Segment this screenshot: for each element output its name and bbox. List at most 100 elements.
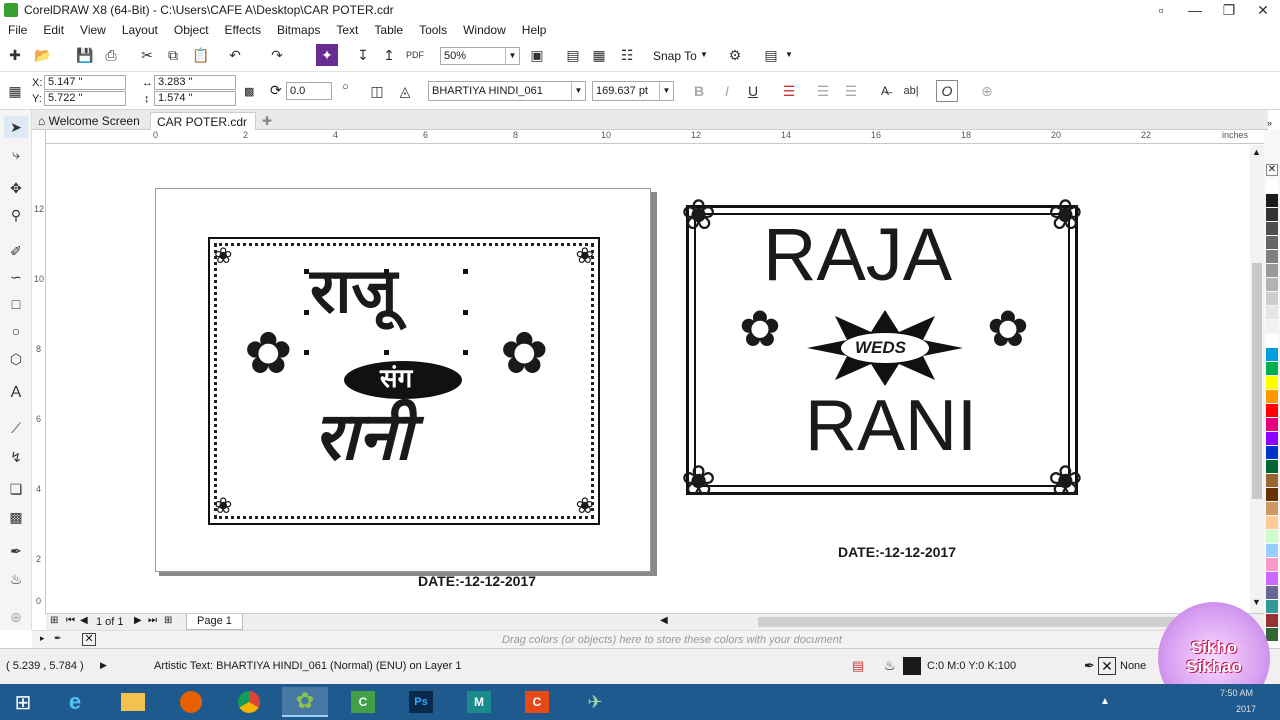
selection-handle[interactable]: [304, 350, 309, 355]
color-swatch[interactable]: [1266, 278, 1278, 291]
color-swatch[interactable]: [1266, 390, 1278, 403]
show-hidden-icons[interactable]: ▲: [1100, 696, 1110, 707]
scroll-down-icon[interactable]: ▼: [1252, 597, 1261, 607]
opentype-icon[interactable]: O: [936, 80, 958, 102]
menu-layout[interactable]: Layout: [114, 23, 166, 37]
freehand-tool-icon[interactable]: ✐: [4, 240, 28, 262]
hindi-badge-text[interactable]: संग: [380, 365, 412, 391]
color-swatch[interactable]: [1266, 446, 1278, 459]
last-page-icon[interactable]: ⏭: [148, 615, 157, 626]
scroll-left-icon[interactable]: ◀: [660, 615, 668, 626]
chevron-down-icon[interactable]: ▼: [700, 50, 708, 59]
color-swatch[interactable]: [1266, 600, 1278, 613]
tab-welcome-screen[interactable]: ⌂ Welcome Screen: [32, 112, 150, 130]
chevron-down-icon[interactable]: ▼: [505, 48, 519, 64]
menu-view[interactable]: View: [72, 23, 114, 37]
color-swatch[interactable]: [1266, 460, 1278, 473]
no-outline-icon[interactable]: ✕: [1098, 657, 1116, 675]
publish-pdf-icon[interactable]: PDF: [404, 44, 426, 66]
redo-icon[interactable]: ↷: [266, 44, 288, 66]
font-size-combo[interactable]: 169.637 pt ▼: [592, 81, 674, 101]
chrome-icon[interactable]: [226, 687, 272, 717]
add-page-after-icon[interactable]: ⊞: [164, 615, 172, 626]
menu-table[interactable]: Table: [366, 23, 411, 37]
outline-pen-icon[interactable]: ✒: [1084, 658, 1095, 674]
fill-color-swatch[interactable]: [903, 657, 921, 675]
zoom-level-combo[interactable]: 50% ▼: [440, 47, 520, 65]
chevron-right-icon[interactable]: ▶: [100, 660, 107, 671]
selection-handle[interactable]: [384, 350, 389, 355]
zoom-to-page-icon[interactable]: ▣: [526, 44, 548, 66]
color-swatch[interactable]: [1266, 348, 1278, 361]
show-guidelines-icon[interactable]: ☷: [616, 44, 638, 66]
italic-icon[interactable]: I: [716, 80, 738, 102]
chevron-down-icon[interactable]: ▼: [785, 50, 793, 59]
color-swatch[interactable]: [1266, 628, 1278, 641]
add-toolbar-icon[interactable]: ⊕: [976, 80, 998, 102]
rotation-angle-field[interactable]: 0.0: [286, 82, 332, 100]
color-swatch[interactable]: [1266, 558, 1278, 571]
ellipse-tool-icon[interactable]: ○: [4, 320, 28, 342]
menu-bitmaps[interactable]: Bitmaps: [269, 23, 328, 37]
file-explorer-icon[interactable]: [110, 687, 156, 717]
color-swatch[interactable]: [1266, 404, 1278, 417]
print-icon[interactable]: ⎙: [100, 44, 122, 66]
color-swatch[interactable]: [1266, 614, 1278, 627]
rectangle-tool-icon[interactable]: □: [4, 293, 28, 315]
menu-text[interactable]: Text: [328, 23, 366, 37]
interactive-fill-icon[interactable]: ♨: [4, 568, 28, 590]
tab-document[interactable]: CAR POTER.cdr: [150, 112, 256, 130]
color-swatch[interactable]: [1266, 376, 1278, 389]
menu-tools[interactable]: Tools: [411, 23, 455, 37]
selection-handle[interactable]: [463, 310, 468, 315]
bold-icon[interactable]: B: [688, 80, 710, 102]
firefox-icon[interactable]: [168, 687, 214, 717]
next-page-icon[interactable]: ▶: [134, 615, 142, 626]
menu-file[interactable]: File: [0, 23, 35, 37]
crop-tool-icon[interactable]: ✥: [4, 177, 28, 199]
horizontal-ruler[interactable]: 0 2 4 6 8 10 12 14 16 18 20 22 inches: [46, 130, 1268, 144]
color-swatch[interactable]: [1266, 194, 1278, 207]
zoom-tool-icon[interactable]: ⚲: [4, 204, 28, 226]
width-field[interactable]: 3.283 ": [154, 75, 236, 90]
vertical-ruler[interactable]: 12 10 8 6 4 2 0: [32, 130, 46, 614]
color-swatch[interactable]: [1266, 208, 1278, 221]
pick-tool-icon[interactable]: ➤: [4, 116, 28, 138]
open-folder-icon[interactable]: 📂: [32, 44, 54, 66]
shape-tool-icon[interactable]: ⤷: [4, 143, 28, 165]
drop-shadow-icon[interactable]: ❏: [4, 478, 28, 500]
eyedropper-icon[interactable]: ✒: [4, 540, 28, 562]
connector-tool-icon[interactable]: ↯: [4, 446, 28, 468]
gear-icon[interactable]: ⚙: [724, 44, 746, 66]
color-swatch[interactable]: [1266, 180, 1278, 193]
object-origin-icon[interactable]: ▦: [4, 80, 26, 102]
horizontal-scrollbar-thumb[interactable]: [758, 617, 1218, 627]
artistic-media-icon[interactable]: ∽: [4, 266, 28, 288]
add-tool-icon[interactable]: ⊕: [4, 606, 28, 628]
palette-expand-icon[interactable]: »: [1267, 118, 1272, 128]
selection-handle[interactable]: [463, 269, 468, 274]
color-swatch[interactable]: [1266, 222, 1278, 235]
undo-icon[interactable]: ↶: [224, 44, 246, 66]
color-swatch[interactable]: [1266, 418, 1278, 431]
english-name-2[interactable]: RANI: [805, 390, 977, 462]
help-window-icon[interactable]: ▫: [1144, 0, 1178, 20]
application-launcher-icon[interactable]: ▤: [760, 44, 782, 66]
fill-bucket-icon[interactable]: ♨: [884, 658, 896, 674]
no-color-swatch-icon[interactable]: ✕: [1266, 164, 1278, 176]
selection-handle[interactable]: [384, 269, 389, 274]
first-page-icon[interactable]: ⏮: [66, 615, 75, 626]
color-swatch[interactable]: [1266, 544, 1278, 557]
color-swatch[interactable]: [1266, 586, 1278, 599]
lock-ratio-icon[interactable]: ▩: [244, 85, 254, 98]
color-swatch[interactable]: [1266, 306, 1278, 319]
text-alignment-icon[interactable]: ☰: [778, 80, 800, 102]
mirror-horizontal-icon[interactable]: ◫: [366, 80, 388, 102]
color-swatch[interactable]: [1266, 362, 1278, 375]
mirror-vertical-icon[interactable]: ◬: [394, 80, 416, 102]
maya-icon[interactable]: M: [456, 687, 502, 717]
color-swatch[interactable]: [1266, 334, 1278, 347]
new-tab-icon[interactable]: ✚: [256, 112, 278, 130]
photoshop-icon[interactable]: Ps: [398, 687, 444, 717]
corel-capture-icon[interactable]: C: [340, 687, 386, 717]
